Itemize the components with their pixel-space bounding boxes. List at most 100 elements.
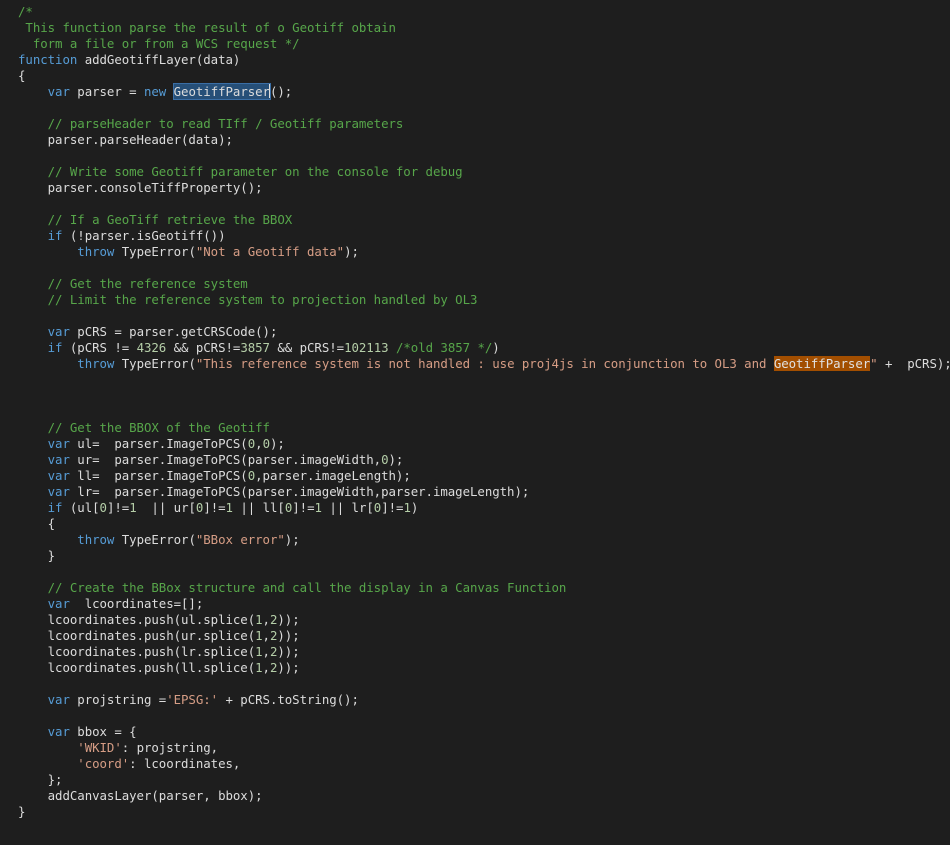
code-number: 0 (99, 500, 107, 515)
code-line[interactable]: 'coord': lcoordinates, (18, 756, 943, 772)
code-line[interactable]: if (pCRS != 4326 && pCRS!=3857 && pCRS!=… (18, 340, 943, 356)
code-line[interactable]: var ur= parser.ImageToPCS(parser.imageWi… (18, 452, 943, 468)
code-line[interactable]: var projstring ='EPSG:' + pCRS.toString(… (18, 692, 943, 708)
code-line[interactable]: // Get the BBOX of the Geotiff (18, 420, 943, 436)
code-line[interactable]: 'WKID': projstring, (18, 740, 943, 756)
code-text: lcoordinates.push(ul.splice( (18, 612, 256, 627)
code-line[interactable]: // parseHeader to read TIff / Geotiff pa… (18, 116, 943, 132)
code-keyword: var (47, 324, 70, 339)
code-line[interactable]: { (18, 68, 943, 84)
code-line[interactable] (18, 260, 943, 276)
code-text: ); (284, 532, 300, 547)
code-line[interactable]: var parser = new GeotiffParser(); (18, 83, 943, 100)
code-line[interactable]: if (!parser.isGeotiff()) (18, 228, 943, 244)
code-keyword: var (47, 468, 70, 483)
code-number: 0 (381, 452, 389, 467)
code-text: , (262, 660, 270, 675)
code-line[interactable]: lcoordinates.push(ul.splice(1,2)); (18, 612, 943, 628)
code-keyword: new (143, 84, 167, 99)
code-line[interactable]: function addGeotiffLayer(data) (18, 52, 943, 68)
code-line[interactable] (18, 148, 943, 164)
code-text: { (18, 68, 26, 83)
code-line[interactable]: // Get the reference system (18, 276, 943, 292)
code-line[interactable] (18, 196, 943, 212)
code-text: ul= parser.ImageToPCS( (69, 436, 248, 451)
search-match-highlight: GeotiffParser (773, 356, 871, 371)
code-line[interactable]: } (18, 804, 943, 820)
code-keyword: var (47, 436, 70, 451)
code-line[interactable]: } (18, 548, 943, 564)
code-line[interactable]: lcoordinates.push(ll.splice(1,2)); (18, 660, 943, 676)
code-line[interactable] (18, 100, 943, 116)
code-line[interactable]: var ul= parser.ImageToPCS(0,0); (18, 436, 943, 452)
code-line[interactable]: parser.parseHeader(data); (18, 132, 943, 148)
code-line[interactable]: /* (18, 4, 943, 20)
code-keyword: if (47, 228, 63, 243)
code-text: + pCRS.toString(); (218, 692, 359, 707)
code-text: (ul[ (62, 500, 100, 515)
code-line[interactable]: var lcoordinates=[]; (18, 596, 943, 612)
code-text: || lr[ (321, 500, 374, 515)
code-number: 1 (255, 644, 263, 659)
code-line[interactable]: // Write some Geotiff parameter on the c… (18, 164, 943, 180)
code-text: ]!= (381, 500, 404, 515)
code-editor[interactable]: /* This function parse the result of o G… (18, 4, 950, 820)
code-line[interactable]: var ll= parser.ImageToPCS(0,parser.image… (18, 468, 943, 484)
code-line[interactable]: // If a GeoTiff retrieve the BBOX (18, 212, 943, 228)
code-string: " (870, 356, 878, 371)
code-line[interactable]: lcoordinates.push(ur.splice(1,2)); (18, 628, 943, 644)
code-number: 0 (262, 436, 270, 451)
code-text: lcoordinates.push(ll.splice( (18, 660, 256, 675)
code-line[interactable]: var pCRS = parser.getCRSCode(); (18, 324, 943, 340)
code-line[interactable]: This function parse the result of o Geot… (18, 20, 943, 36)
code-line[interactable]: // Limit the reference system to project… (18, 292, 943, 308)
code-text: : projstring, (121, 740, 219, 755)
code-line[interactable] (18, 676, 943, 692)
code-line[interactable] (18, 308, 943, 324)
code-text: ,parser.imageLength); (255, 468, 411, 483)
code-text: ); (388, 452, 404, 467)
code-line[interactable]: addCanvasLayer(parser, bbox); (18, 788, 943, 804)
code-line[interactable]: if (ul[0]!=1 || ur[0]!=1 || ll[0]!=1 || … (18, 500, 943, 516)
code-text: }; (18, 772, 63, 787)
code-line[interactable]: throw TypeError("BBox error"); (18, 532, 943, 548)
code-line[interactable] (18, 372, 943, 388)
code-text: ) (410, 500, 419, 515)
code-line[interactable] (18, 564, 943, 580)
code-text: (pCRS != (62, 340, 137, 355)
code-line[interactable] (18, 708, 943, 724)
code-line[interactable]: form a file or from a WCS request */ (18, 36, 943, 52)
code-text: parser.parseHeader(data); (18, 132, 233, 147)
code-line[interactable] (18, 404, 943, 420)
code-keyword: if (47, 500, 63, 515)
code-text: lcoordinates.push(ur.splice( (18, 628, 256, 643)
code-text: )); (277, 644, 300, 659)
code-keyword: var (47, 484, 70, 499)
code-line[interactable] (18, 388, 943, 404)
code-text: ]!= (203, 500, 226, 515)
code-comment: // Limit the reference system to project… (47, 292, 478, 307)
code-line[interactable]: throw TypeError("This reference system i… (18, 356, 950, 372)
code-text: , (262, 612, 270, 627)
code-line[interactable]: // Create the BBox structure and call th… (18, 580, 943, 596)
code-line[interactable]: lcoordinates.push(lr.splice(1,2)); (18, 644, 943, 660)
code-line[interactable]: throw TypeError("Not a Geotiff data"); (18, 244, 943, 260)
code-text: addGeotiffLayer(data) (77, 52, 241, 67)
code-line[interactable]: var lr= parser.ImageToPCS(parser.imageWi… (18, 484, 943, 500)
code-line[interactable]: { (18, 516, 943, 532)
code-line[interactable]: }; (18, 772, 943, 788)
code-line[interactable]: var bbox = { (18, 724, 943, 740)
code-text: addCanvasLayer(parser, bbox); (18, 788, 263, 803)
code-line[interactable]: parser.consoleTiffProperty(); (18, 180, 943, 196)
